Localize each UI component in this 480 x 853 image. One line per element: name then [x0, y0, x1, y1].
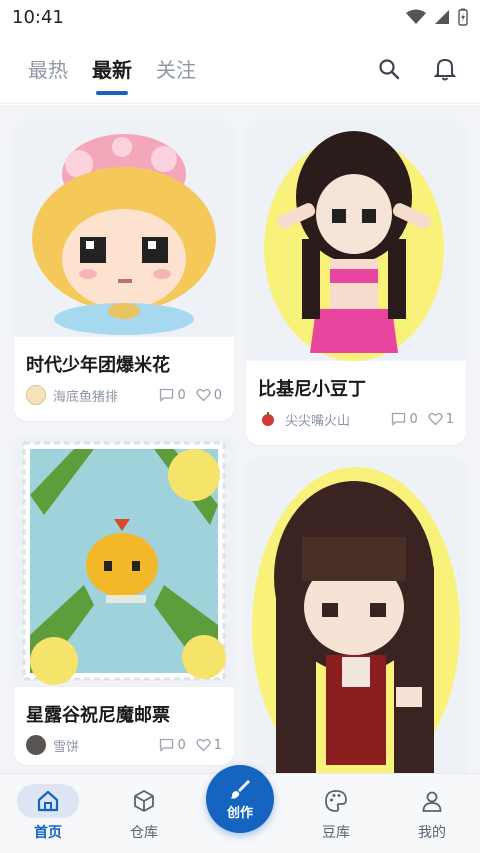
like-count-value: 0: [213, 387, 222, 403]
like-count[interactable]: 0: [196, 388, 222, 403]
nav-bead-library[interactable]: 豆库: [301, 784, 371, 842]
artwork-feed[interactable]: 时代少年团爆米花 海底鱼猪排 0 0 比基尼小豆丁 尖尖嘴火山 0 1 星露谷祝…: [0, 105, 480, 773]
box-icon: [134, 790, 154, 812]
nav-warehouse[interactable]: 仓库: [109, 784, 179, 842]
apple-icon: [262, 412, 274, 426]
nav-warehouse-label: 仓库: [130, 825, 158, 841]
author-name[interactable]: 尖尖嘴火山: [285, 410, 381, 429]
like-count-value: 1: [213, 737, 222, 753]
comment-count[interactable]: 0: [391, 411, 418, 427]
heart-icon: [428, 412, 443, 426]
artwork-thumbnail: [14, 119, 234, 337]
heart-icon: [196, 388, 211, 402]
comment-icon: [160, 388, 174, 402]
card-title: 星露谷祝尼魔邮票: [26, 705, 170, 726]
top-tab-bar: 最热 最新 关注: [0, 34, 480, 104]
like-count-value: 1: [445, 411, 454, 427]
like-count[interactable]: 1: [196, 738, 222, 753]
nav-bead-library-label: 豆库: [322, 825, 350, 841]
card-meta: 雪饼 0 1: [14, 733, 234, 765]
artwork-thumbnail: [246, 457, 466, 773]
pixel-girl-image: [264, 131, 444, 361]
search-button[interactable]: [376, 56, 402, 82]
heart-icon: [196, 738, 211, 752]
home-icon: [37, 790, 59, 812]
card-title: 比基尼小豆丁: [258, 379, 366, 400]
avatar[interactable]: [26, 385, 46, 405]
comment-icon: [160, 738, 174, 752]
author-name[interactable]: 海底鱼猪排: [53, 386, 149, 405]
pixel-girl-image: [252, 467, 460, 773]
artwork-card[interactable]: 比基尼小豆丁 尖尖嘴火山 0 1: [246, 119, 466, 445]
nav-bead-library-indicator: [305, 784, 367, 818]
app-screen: 10:41 最热 最新 关注 时代少年团爆米花 海底鱼猪排 0 0 比基尼小豆丁…: [0, 0, 480, 853]
author-name[interactable]: 雪饼: [53, 736, 149, 755]
comment-count-value: 0: [409, 411, 418, 427]
status-icons: [406, 8, 468, 26]
artwork-card[interactable]: 星露谷祝尼魔邮票 雪饼 0 1: [14, 435, 234, 765]
tab-hottest[interactable]: 最热: [28, 44, 68, 93]
signal-icon: [435, 10, 449, 24]
person-icon: [422, 791, 442, 812]
comment-count[interactable]: 0: [159, 737, 186, 753]
battery-icon: [458, 8, 468, 26]
status-time: 10:41: [12, 6, 64, 28]
comment-count-value: 0: [177, 387, 186, 403]
wifi-icon: [406, 9, 426, 24]
tab-following[interactable]: 关注: [156, 44, 196, 93]
avatar[interactable]: [258, 409, 278, 429]
card-title: 时代少年团爆米花: [26, 355, 170, 376]
search-icon: [379, 58, 400, 79]
nav-profile-indicator: [401, 784, 463, 818]
brush-icon: [230, 779, 250, 799]
bell-icon: [434, 58, 456, 80]
create-button[interactable]: 创作: [206, 765, 274, 833]
like-count[interactable]: 1: [428, 412, 454, 427]
avatar[interactable]: [26, 735, 46, 755]
stamp-image: [22, 441, 226, 685]
comment-icon: [392, 412, 406, 426]
notification-button[interactable]: [432, 56, 458, 82]
tab-latest[interactable]: 最新: [92, 44, 132, 95]
nav-warehouse-indicator: [113, 784, 175, 818]
artwork-thumbnail: [246, 119, 466, 361]
comment-count-value: 0: [177, 737, 186, 753]
top-actions: [376, 56, 458, 82]
card-meta: 尖尖嘴火山 0 1: [246, 407, 466, 441]
status-bar: 10:41: [0, 0, 480, 34]
create-button-label: 创作: [226, 805, 253, 821]
artwork-card[interactable]: 时代少年团爆米花 海底鱼猪排 0 0: [14, 119, 234, 421]
nav-home-label: 首页: [34, 825, 62, 841]
nav-home-indicator: [17, 784, 79, 818]
palette-icon: [325, 790, 347, 812]
nav-profile[interactable]: 我的: [397, 784, 467, 842]
artwork-thumbnail: [14, 435, 234, 687]
card-meta: 海底鱼猪排 0 0: [14, 383, 234, 417]
nav-profile-label: 我的: [418, 825, 446, 841]
comment-count[interactable]: 0: [159, 387, 186, 403]
pixel-girl-image: [32, 134, 216, 335]
artwork-card[interactable]: [246, 457, 466, 773]
nav-home[interactable]: 首页: [13, 784, 83, 842]
